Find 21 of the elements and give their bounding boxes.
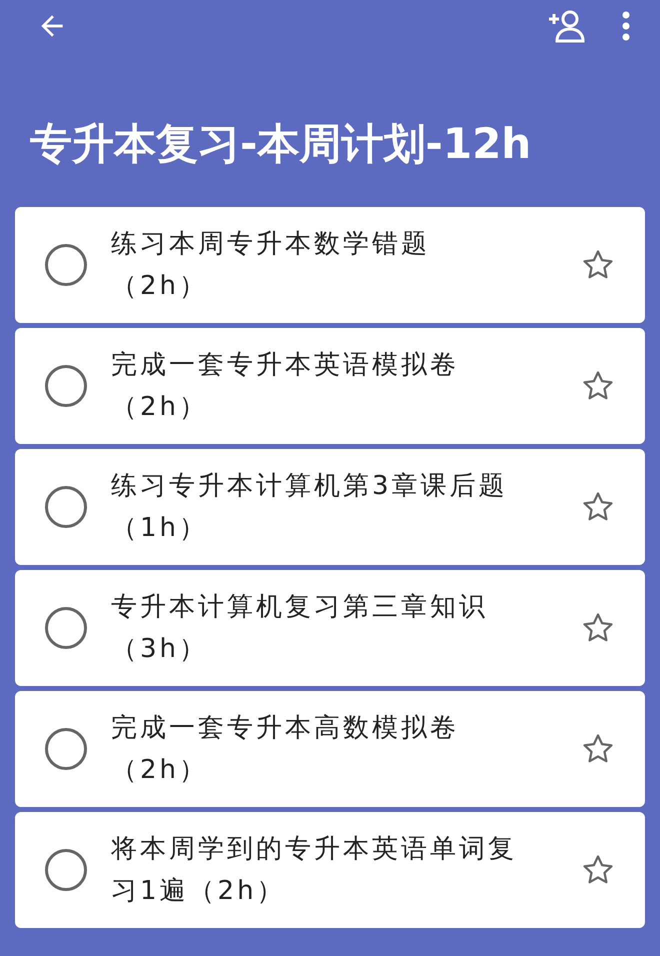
- task-checkbox[interactable]: [45, 365, 87, 407]
- task-text: 练习本周专升本数学错题 （2h）: [111, 228, 431, 303]
- task-checkbox[interactable]: [45, 849, 87, 891]
- task-card[interactable]: 专升本计算机复习第三章知识 （3h）: [15, 570, 645, 686]
- add-person-icon[interactable]: [547, 8, 585, 44]
- task-card[interactable]: 将本周学到的专升本英语单词复 习1遍（2h）: [15, 812, 645, 928]
- task-checkbox[interactable]: [45, 728, 87, 770]
- more-options-icon[interactable]: [622, 11, 630, 41]
- task-checkbox[interactable]: [45, 607, 87, 649]
- list-title: 专升本复习-本周计划-12h: [30, 118, 532, 170]
- task-text: 完成一套专升本英语模拟卷 （2h）: [111, 349, 460, 424]
- task-card[interactable]: 练习本周专升本数学错题 （2h）: [15, 207, 645, 323]
- task-checkbox[interactable]: [45, 244, 87, 286]
- task-card[interactable]: 完成一套专升本高数模拟卷 （2h）: [15, 691, 645, 807]
- task-text: 将本周学到的专升本英语单词复 习1遍（2h）: [111, 833, 518, 908]
- task-text: 专升本计算机复习第三章知识 （3h）: [111, 591, 489, 666]
- task-card[interactable]: 练习专升本计算机第3章课后题 （1h）: [15, 449, 645, 565]
- task-text: 练习专升本计算机第3章课后题 （1h）: [111, 470, 509, 545]
- task-checkbox[interactable]: [45, 486, 87, 528]
- task-card[interactable]: 完成一套专升本英语模拟卷 （2h）: [15, 328, 645, 444]
- task-text: 完成一套专升本高数模拟卷 （2h）: [111, 712, 460, 787]
